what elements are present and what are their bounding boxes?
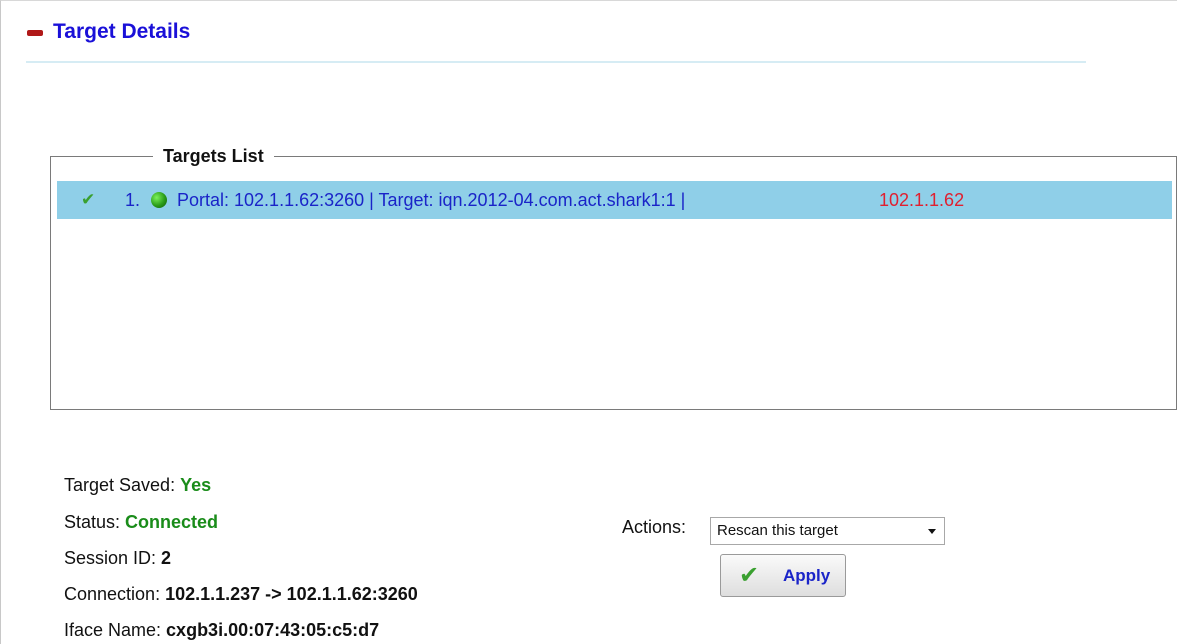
target-saved-label: Target Saved:	[64, 475, 181, 495]
section-title: Target Details	[53, 20, 191, 43]
target-number: 1.	[125, 190, 141, 210]
iface-name-label: Iface Name:	[64, 620, 167, 640]
iface-name-line: Iface Name: cxgb3i.00:07:43:05:c5:d7	[64, 620, 379, 641]
connection-line: Connection: 102.1.1.237 -> 102.1.1.62:32…	[64, 584, 418, 605]
target-saved-line: Target Saved: Yes	[64, 475, 211, 496]
title-divider	[26, 61, 1086, 63]
status-value: Connected	[125, 512, 219, 532]
collapse-icon[interactable]	[27, 30, 43, 36]
session-id-label: Session ID:	[64, 548, 162, 568]
session-id-value: 2	[161, 548, 172, 568]
page-frame: Target Details Targets List ✔ 1. Portal:…	[0, 0, 1177, 644]
actions-select[interactable]: Rescan this target	[710, 517, 945, 545]
apply-button[interactable]: ✔ Apply	[720, 554, 846, 597]
connection-value: 102.1.1.237 -> 102.1.1.62:3260	[165, 584, 418, 604]
status-label: Status:	[64, 512, 126, 532]
iface-name-value: cxgb3i.00:07:43:05:c5:d7	[166, 620, 380, 640]
target-description: Portal: 102.1.1.62:3260 | Target: iqn.20…	[177, 190, 686, 210]
connection-label: Connection:	[64, 584, 166, 604]
target-row[interactable]: ✔ 1. Portal: 102.1.1.62:3260 | Target: i…	[57, 181, 1172, 219]
checkmark-icon: ✔	[81, 190, 96, 209]
checkmark-icon: ✔	[739, 562, 760, 589]
target-ip: 102.1.1.62	[879, 190, 965, 210]
targets-list-legend: Targets List	[153, 146, 274, 167]
chevron-down-icon	[928, 529, 936, 534]
status-line: Status: Connected	[64, 512, 218, 533]
actions-label: Actions:	[622, 517, 687, 537]
session-id-line: Session ID: 2	[64, 548, 171, 569]
actions-select-value: Rescan this target	[717, 522, 838, 539]
green-dot-icon	[151, 192, 167, 208]
target-saved-value: Yes	[180, 475, 212, 495]
apply-button-label: Apply	[783, 566, 831, 585]
